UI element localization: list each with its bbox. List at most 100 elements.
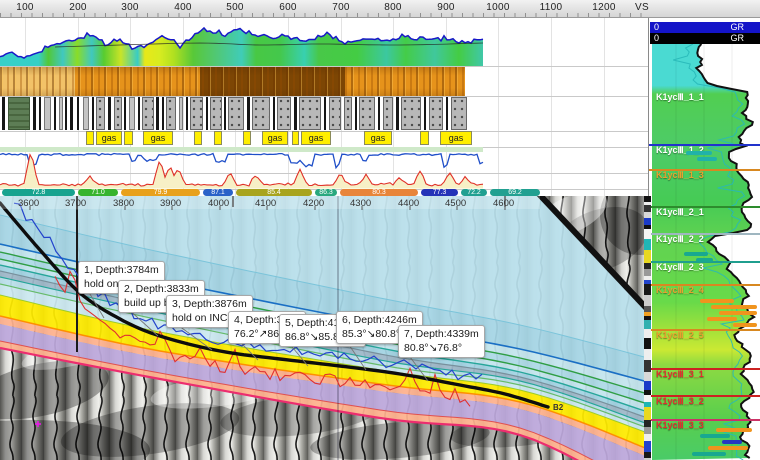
ruler-label-1100: 1100 [540,2,563,13]
spectral-curve [0,155,483,186]
gas-show-label [86,131,94,145]
synthetic-strip-block [644,407,651,420]
ruler-label-VS: VS [635,2,649,13]
grid-line [604,18,605,196]
ruler-label-1000: 1000 [486,2,509,13]
inclination-segment: 72.8 [2,189,75,196]
depth-label: 4500 [445,198,466,209]
synthetic-strip-block [644,427,651,434]
lithology-bar [277,97,291,130]
pay-flag [692,452,726,456]
formation-marker-label[interactable]: K1ycⅢ_2_1 [656,207,704,218]
synthetic-strip-block [644,205,651,212]
inclination-segment: 79.9 [121,189,200,196]
geosteering-window: 100200300400500600700800900100011001200V… [0,0,760,460]
pay-flag [719,311,757,315]
synthetic-strip-block [644,420,651,428]
formation-marker-label[interactable]: K1ycⅢ_2_3 [656,262,704,273]
lithology-bar [329,97,341,130]
lithology-bar [83,97,89,130]
lithology-bar [324,97,326,130]
annotation-detail: 80.8°↘76.8° [404,342,479,356]
spectral-fill [0,155,483,189]
synthetic-strip-block [644,381,651,390]
ruler-label-900: 900 [437,2,455,13]
annotation-depth: 1, Depth:3784m [84,264,159,278]
inclination-segment: 71.0 [78,189,118,196]
lithology-bar [344,97,352,130]
lithology-bar [92,97,94,130]
annotation-box-7[interactable]: 7, Depth:4339m80.8°↘76.8° [398,325,485,358]
gr-mean-line [55,43,483,47]
formation-marker-label[interactable]: K1ycⅢ_3_3 [656,420,704,431]
lithology-bar [8,97,30,130]
gas-show-label: gas [143,131,173,145]
annotation-depth: 3, Depth:3876m [172,298,247,312]
gas-show-label: gas [301,131,331,145]
depth-label: 4300 [350,198,371,209]
depth-label: 3700 [65,198,86,209]
synthetic-strip-block [644,212,651,219]
vs-ruler[interactable]: 100200300400500600700800900100011001200V… [0,0,760,18]
resistivity-curve [0,154,483,168]
pay-flag [700,299,734,303]
pay-flag [696,258,713,262]
synthetic-strip-block [644,295,651,306]
ruler-ticks [0,13,648,17]
lithology-bar [70,97,73,130]
formation-marker-label[interactable]: K1ycⅢ_2_5 [656,330,704,341]
ruler-label-200: 200 [69,2,87,13]
gas-show-label [420,131,429,145]
image-log-track[interactable] [0,67,465,96]
lithology-bar [299,97,321,130]
lithology-bar [138,97,140,130]
gr-header-title-2: GR [731,33,745,44]
lithology-bar [142,97,154,130]
grid-line [341,18,342,196]
gas-show-label: gas [364,131,392,145]
lithology-bar [378,97,380,130]
lithology-bar [129,97,135,130]
synthetic-strip-block [644,338,651,350]
depth-label: 3900 [160,198,181,209]
formation-marker-label[interactable]: K1ycⅢ_2_2 [656,234,704,245]
inclination-segment: 86.3 [315,189,337,196]
lithology-bar [156,97,159,130]
lithology-bar [424,97,426,130]
synthetic-strip-block [644,250,651,263]
ruler-label-1200: 1200 [592,2,615,13]
ruler-label-700: 700 [332,2,350,13]
pay-flag [697,157,717,161]
lithology-bar [355,97,357,130]
gas-show-label: gas [96,131,122,145]
formation-marker-label[interactable]: K1ycⅢ_1_3 [656,170,704,181]
pay-flag [684,252,708,256]
gr-composite-fill [0,28,483,66]
pay-flag [700,434,730,438]
formation-marker-label[interactable]: K1ycⅢ_3_2 [656,396,704,407]
lithology-bar [446,97,448,130]
pay-flag [733,323,757,327]
track-divider [0,147,648,148]
gas-show-label: gas [440,131,472,145]
formation-marker-label[interactable]: K1ycⅢ_2_4 [656,285,704,296]
lithology-bar [359,97,375,130]
lithology-bar [206,97,208,130]
synthetic-strip-block [644,372,651,380]
lithology-bar [108,97,111,130]
lithology-bar [210,97,222,130]
synthetic-strip-block [644,229,651,238]
lithology-bar [401,97,421,130]
lithology-bar [2,97,5,130]
lithology-bar [39,97,41,130]
lithology-bar [124,97,126,130]
pay-flag [686,151,712,155]
formation-marker-label[interactable]: K1ycⅢ_3_1 [656,369,704,380]
gr-header-row-1: 0 GR [650,22,760,33]
lithology-bar [186,97,188,130]
ruler-label-500: 500 [226,2,244,13]
formation-marker-label[interactable]: K1ycⅢ_1_1 [656,92,704,103]
lithology-bar [228,97,244,130]
gr-header-row-2: 0 GR [650,33,760,44]
ruler-label-400: 400 [174,2,192,13]
